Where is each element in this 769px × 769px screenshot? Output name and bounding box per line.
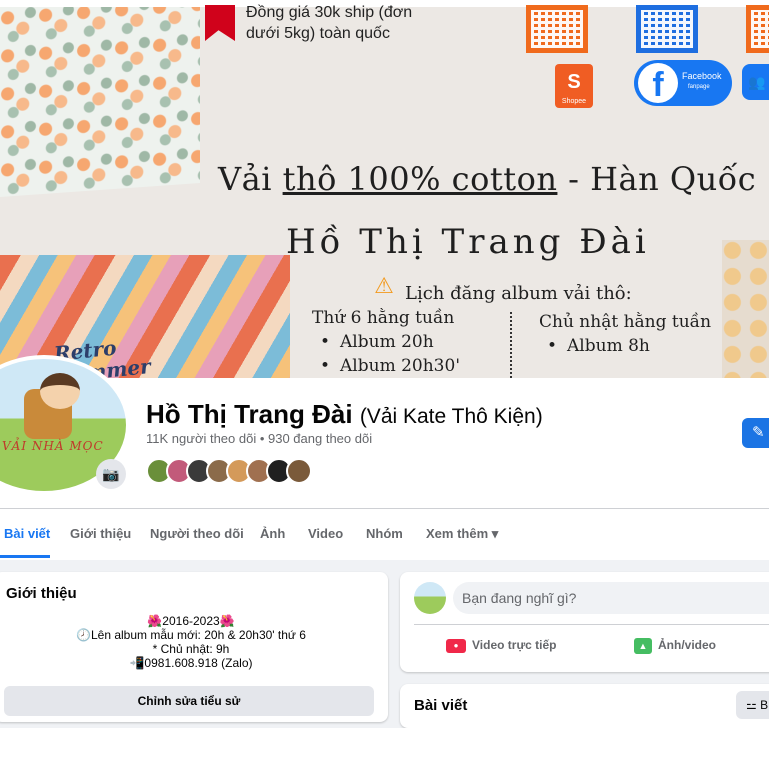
- schedule-divider: [510, 312, 512, 378]
- avatar-figure: [40, 373, 80, 409]
- qr-code-facebook: [636, 5, 698, 53]
- page-bottom: [0, 728, 769, 769]
- bio-line: 🌺2016-2023🌺: [147, 614, 235, 628]
- composer-divider: [414, 624, 769, 625]
- promo-line-2: dưới 5kg) toàn quốc: [246, 25, 390, 42]
- cover-title-suffix: - Hàn Quốc: [557, 160, 757, 198]
- schedule-friday-heading: Thứ 6 hằng tuần: [312, 308, 455, 328]
- group-icon: 👥: [742, 64, 769, 100]
- profile-name: Hồ Thị Trang Đài (Vải Kate Thô Kiện): [146, 399, 543, 430]
- shopee-icon: S Shopee: [555, 64, 593, 108]
- composer-avatar[interactable]: [414, 582, 446, 614]
- profile-page: Retro Summer Đồng giá 30k ship (đơn dưới…: [0, 0, 769, 769]
- profile-alt-name: (Vải Kate Thô Kiện): [359, 405, 543, 428]
- fabric-floral-image: [0, 0, 200, 197]
- composer-input[interactable]: Bạn đang nghĩ gì?: [453, 582, 769, 614]
- intro-card: Giới thiệu 🌺2016-2023🌺 🕗Lên album mẫu mớ…: [0, 572, 388, 722]
- tab-more[interactable]: Xem thêm ▾: [426, 526, 498, 542]
- post-composer: Bạn đang nghĩ gì? ● Video trực tiếp ▲ Ảnh/…: [400, 572, 769, 672]
- camera-icon[interactable]: 📷: [96, 459, 126, 489]
- tab-followers[interactable]: Người theo dõi: [150, 526, 244, 541]
- bio-line: * Chủ nhật: 9h: [152, 642, 230, 656]
- photo-icon: ▲: [634, 638, 652, 654]
- follower-count[interactable]: 11K người theo dõi • 930 đang theo dõi: [146, 431, 372, 446]
- edit-bio-button[interactable]: Chỉnh sửa tiểu sử: [4, 686, 374, 716]
- live-video-button[interactable]: ● Video trực tiếp: [446, 638, 557, 653]
- promo-line-1: Đồng giá 30k ship (đơn: [246, 4, 413, 21]
- fabric-pattern-image: [722, 240, 769, 378]
- schedule-sunday-heading: Chủ nhật hằng tuần: [539, 312, 712, 332]
- promo-text: Đồng giá 30k ship (đơn dưới 5kg) toàn qu…: [246, 2, 412, 44]
- schedule-item: Album 20h30': [312, 354, 460, 378]
- qr-code-shopee: [526, 5, 588, 53]
- schedule-item: Album 20h: [312, 330, 460, 354]
- live-video-label: Video trực tiếp: [472, 638, 557, 652]
- photo-video-button[interactable]: ▲ Ảnh/video: [634, 638, 716, 654]
- cover-photo[interactable]: Retro Summer Đồng giá 30k ship (đơn dưới…: [0, 0, 769, 378]
- posts-header: Bài viết ⚍ B: [400, 684, 769, 728]
- bio: 🌺2016-2023🌺 🕗Lên album mẫu mới: 20h & 20…: [0, 614, 388, 670]
- fanpage-label-2: fanpage: [688, 84, 710, 90]
- filter-button[interactable]: ⚍ B: [736, 691, 769, 719]
- cover-shop-name: Hồ Thị Trang Đài: [286, 222, 650, 262]
- schedule-title: Lịch đăng album vải thô:: [405, 283, 632, 304]
- avatar-text: VẢI NHÀ MỌC: [2, 439, 104, 453]
- schedule-item: Album 8h: [539, 334, 711, 358]
- shopee-caption: Shopee: [561, 98, 587, 105]
- posts-title: Bài viết: [414, 697, 468, 714]
- tab-about[interactable]: Giới thiệu: [70, 526, 131, 541]
- schedule-sunday: Chủ nhật hằng tuần Album 8h: [539, 310, 711, 358]
- promo-flag-icon: [205, 5, 235, 41]
- facebook-logo-icon: f: [638, 63, 678, 104]
- facebook-fanpage-icon: f Facebook fanpage: [634, 60, 732, 106]
- active-tab-indicator: [0, 555, 50, 558]
- tabs-divider: [0, 508, 769, 509]
- schedule-friday: Thứ 6 hằng tuần Album 20h Album 20h30': [312, 306, 460, 378]
- bio-line: 🕗Lên album mẫu mới: 20h & 20h30' thứ 6: [76, 628, 306, 642]
- bio-line: 📲0981.608.918 (Zalo): [129, 656, 253, 670]
- photo-video-label: Ảnh/video: [658, 638, 717, 653]
- fanpage-label-1: Facebook: [682, 71, 722, 81]
- profile-name-main: Hồ Thị Trang Đài: [146, 399, 353, 429]
- tab-photos[interactable]: Ảnh: [260, 526, 285, 541]
- edit-profile-button[interactable]: ✎: [742, 418, 769, 448]
- qr-code-group: [746, 5, 769, 53]
- tab-posts[interactable]: Bài viết: [4, 526, 50, 541]
- live-video-icon: ●: [446, 638, 466, 653]
- cover-title-prefix: Vải: [218, 160, 283, 198]
- tab-groups[interactable]: Nhóm: [366, 526, 403, 541]
- warning-icon: ⚠: [374, 273, 394, 298]
- tab-videos[interactable]: Video: [308, 526, 343, 541]
- cover-title-underlined: thô 100% cotton: [282, 160, 558, 198]
- intro-title: Giới thiệu: [6, 585, 77, 602]
- cover-title: Vải thô 100% cotton - Hàn Quốc: [218, 160, 756, 198]
- profile-tabs: Bài viết Giới thiệu Người theo dõi Ảnh V…: [0, 510, 769, 558]
- shopee-letter: S: [567, 71, 581, 93]
- follower-avatar[interactable]: [286, 458, 312, 484]
